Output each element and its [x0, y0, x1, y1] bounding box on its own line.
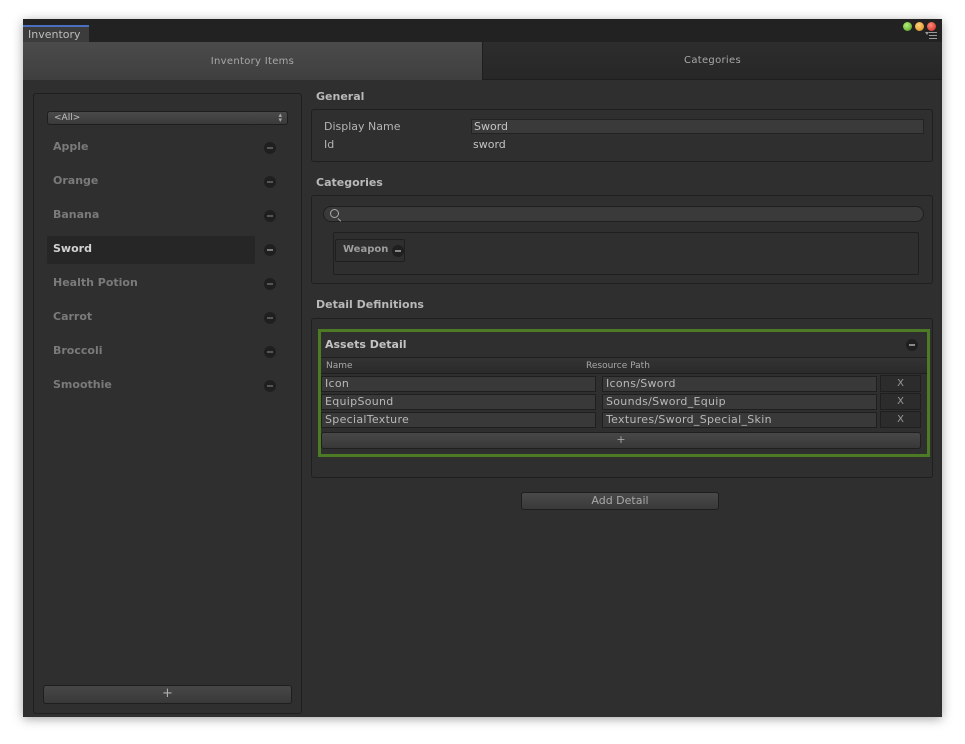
- general-heading: General: [316, 90, 365, 103]
- list-item-broccoli[interactable]: Broccoli: [47, 338, 292, 372]
- resource-path-input[interactable]: Sounds/Sword_Equip: [602, 394, 877, 410]
- detail-definitions-heading: Detail Definitions: [316, 298, 424, 311]
- detail-definitions-box: Assets Detail Name Resource Path Icon Ic…: [311, 318, 933, 478]
- assets-detail-panel: Assets Detail Name Resource Path Icon Ic…: [318, 329, 930, 457]
- assets-table-header: Name Resource Path: [321, 357, 927, 374]
- add-detail-button[interactable]: Add Detail: [521, 492, 719, 510]
- remove-item-icon[interactable]: [264, 176, 276, 188]
- item-list: Apple Orange Banana Sword Health Potion …: [47, 134, 292, 406]
- name-input[interactable]: SpecialTexture: [321, 412, 596, 428]
- chip-label: Weapon: [343, 244, 389, 255]
- title-bar: Inventory: [23, 19, 942, 42]
- item-list-panel: <All> ▴ ▾ Apple Orange Banana Sword Healt…: [33, 93, 302, 714]
- general-box: Display Name Sword Id sword: [311, 109, 933, 162]
- tab-categories[interactable]: Categories: [482, 42, 942, 80]
- id-label: Id: [324, 138, 335, 151]
- list-item-sword[interactable]: Sword: [47, 236, 292, 270]
- remove-item-icon[interactable]: [264, 346, 276, 358]
- item-label[interactable]: Banana: [47, 202, 255, 230]
- table-row: Icon Icons/Sword X: [321, 375, 927, 392]
- list-item-health-potion[interactable]: Health Potion: [47, 270, 292, 304]
- item-label[interactable]: Health Potion: [47, 270, 255, 298]
- remove-item-icon[interactable]: [264, 380, 276, 392]
- remove-item-icon[interactable]: [264, 278, 276, 290]
- remove-row-button[interactable]: X: [880, 375, 921, 392]
- search-icon: [330, 209, 339, 218]
- remove-item-icon[interactable]: [264, 244, 276, 256]
- assets-detail-title: Assets Detail: [325, 338, 407, 351]
- item-label[interactable]: Smoothie: [47, 372, 255, 400]
- id-value: sword: [473, 138, 506, 151]
- resource-path-input[interactable]: Icons/Sword: [602, 376, 877, 392]
- close-icon[interactable]: [927, 22, 936, 31]
- item-label[interactable]: Carrot: [47, 304, 255, 332]
- name-input[interactable]: Icon: [321, 376, 596, 392]
- categories-box: Weapon: [311, 195, 933, 284]
- window-menu-icon[interactable]: [925, 32, 937, 40]
- list-item-orange[interactable]: Orange: [47, 168, 292, 202]
- window-tab-inventory[interactable]: Inventory: [23, 25, 89, 42]
- display-name-label: Display Name: [324, 120, 401, 133]
- column-header-resource-path: Resource Path: [586, 361, 650, 371]
- remove-item-icon[interactable]: [264, 312, 276, 324]
- item-label[interactable]: Apple: [47, 134, 255, 162]
- assigned-categories: Weapon: [333, 232, 919, 275]
- remove-category-icon[interactable]: [392, 245, 404, 257]
- tab-inventory-items[interactable]: Inventory Items: [23, 42, 482, 80]
- remove-item-icon[interactable]: [264, 210, 276, 222]
- category-filter-dropdown[interactable]: <All> ▴ ▾: [47, 111, 288, 125]
- filter-value: <All>: [54, 113, 81, 123]
- resource-path-input[interactable]: Textures/Sword_Special_Skin: [602, 412, 877, 428]
- remove-row-button[interactable]: X: [880, 411, 921, 428]
- category-search-input[interactable]: [323, 206, 924, 222]
- inventory-window: Inventory Inventory Items Categories <Al…: [23, 19, 942, 717]
- table-row: SpecialTexture Textures/Sword_Special_Sk…: [321, 411, 927, 428]
- table-row: EquipSound Sounds/Sword_Equip X: [321, 393, 927, 410]
- minimize-icon[interactable]: [903, 22, 912, 31]
- item-label[interactable]: Sword: [47, 236, 255, 264]
- categories-heading: Categories: [316, 176, 383, 189]
- display-name-input[interactable]: Sword: [471, 119, 924, 134]
- add-row-button[interactable]: +: [321, 432, 921, 449]
- column-header-name: Name: [326, 361, 353, 371]
- remove-item-icon[interactable]: [264, 142, 276, 154]
- item-label[interactable]: Broccoli: [47, 338, 255, 366]
- list-item-smoothie[interactable]: Smoothie: [47, 372, 292, 406]
- add-item-button[interactable]: +: [43, 685, 292, 704]
- list-item-banana[interactable]: Banana: [47, 202, 292, 236]
- remove-detail-icon[interactable]: [906, 339, 918, 351]
- dropdown-arrows-icon: ▴ ▾: [278, 111, 282, 124]
- item-label[interactable]: Orange: [47, 168, 255, 196]
- zoom-icon[interactable]: [915, 22, 924, 31]
- list-item-apple[interactable]: Apple: [47, 134, 292, 168]
- window-controls: [903, 22, 936, 31]
- list-item-carrot[interactable]: Carrot: [47, 304, 292, 338]
- main-tabs: Inventory Items Categories: [23, 42, 942, 80]
- category-chip-weapon: Weapon: [335, 239, 405, 262]
- name-input[interactable]: EquipSound: [321, 394, 596, 410]
- remove-row-button[interactable]: X: [880, 393, 921, 410]
